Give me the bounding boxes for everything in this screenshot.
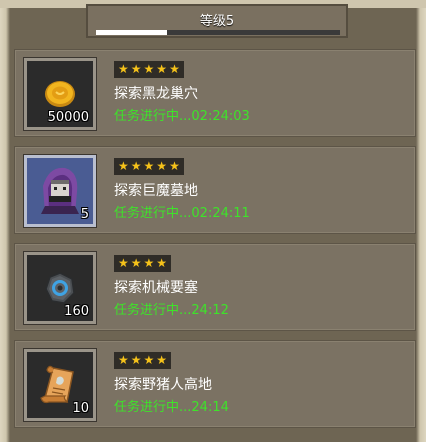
- star-icon: ★: [143, 159, 155, 173]
- star-icon: ★: [143, 256, 155, 270]
- reward-slot[interactable]: 10: [24, 349, 96, 421]
- star-icon: ★: [143, 353, 155, 367]
- quest-name: 探索野猪人高地: [114, 377, 212, 393]
- level-progress-bar: [96, 30, 340, 35]
- quest-name: 探索巨魔墓地: [114, 183, 198, 199]
- reward-count: 5: [80, 207, 89, 222]
- star-icon: ★: [118, 353, 129, 367]
- reward-count: 10: [72, 401, 89, 416]
- star-icon: ★: [143, 62, 155, 76]
- star-icon: ★: [130, 159, 142, 173]
- quest-stars: ★ ★ ★ ★: [114, 255, 172, 272]
- star-icon: ★: [156, 256, 168, 270]
- quest-status: 任务进行中...24:12: [114, 303, 229, 318]
- quest-stars: ★ ★ ★ ★ ★: [114, 158, 184, 175]
- reward-slot[interactable]: 50000: [24, 58, 96, 130]
- level-title: 等级5: [199, 14, 235, 29]
- star-icon: ★: [156, 159, 168, 173]
- level-header: 等级5: [86, 4, 348, 38]
- quest-stars: ★ ★ ★ ★ ★: [114, 61, 184, 78]
- star-icon: ★: [118, 62, 129, 76]
- star-icon: ★: [130, 256, 142, 270]
- quest-card-mechanical-fortress[interactable]: 160 ★ ★ ★ ★ 探索机械要塞 任务进行中...24:12: [14, 243, 416, 331]
- quest-status: 任务进行中...02:24:11: [114, 206, 250, 221]
- star-icon: ★: [169, 62, 180, 76]
- reward-slot[interactable]: 160: [24, 252, 96, 324]
- quest-stars: ★ ★ ★ ★: [114, 352, 172, 369]
- quest-status: 任务进行中...02:24:03: [114, 109, 250, 124]
- star-icon: ★: [130, 353, 142, 367]
- quest-card-black-dragon[interactable]: 50000 ★ ★ ★ ★ ★ 探索黑龙巢穴 任务进行中...02:24:03: [14, 49, 416, 137]
- star-icon: ★: [118, 256, 129, 270]
- quest-card-troll-graveyard[interactable]: 5 ★ ★ ★ ★ ★ 探索巨魔墓地 任务进行中...02:24:11: [14, 146, 416, 234]
- reward-count: 50000: [47, 110, 89, 125]
- star-icon: ★: [118, 159, 129, 173]
- star-icon: ★: [130, 62, 142, 76]
- reward-count: 160: [64, 304, 89, 319]
- star-icon: ★: [169, 159, 180, 173]
- quest-card-boar-highlands[interactable]: 10 ★ ★ ★ ★ 探索野猪人高地 任务进行中...24:14: [14, 340, 416, 428]
- quest-name: 探索机械要塞: [114, 280, 198, 296]
- quest-name: 探索黑龙巢穴: [114, 86, 198, 102]
- star-icon: ★: [156, 353, 168, 367]
- star-icon: ★: [156, 62, 168, 76]
- quest-status: 任务进行中...24:14: [114, 400, 229, 415]
- reward-slot[interactable]: 5: [24, 155, 96, 227]
- level-progress-fill: [96, 30, 167, 35]
